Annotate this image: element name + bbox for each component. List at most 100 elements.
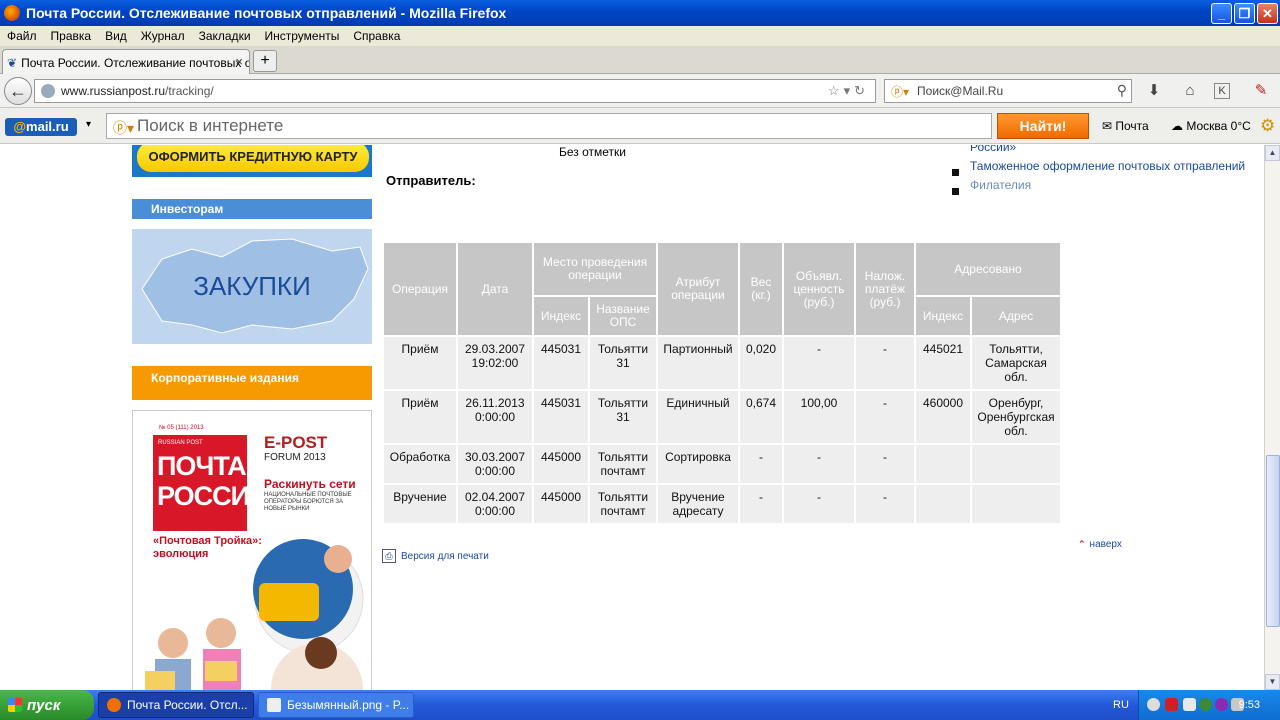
menu-edit[interactable]: Правка (44, 29, 99, 43)
downloads-icon[interactable]: ⬇ (1143, 80, 1165, 102)
zakupki-banner[interactable]: ЗАКУПКИ (132, 229, 372, 344)
print-version-link[interactable]: ⎙ Версия для печати (382, 549, 489, 563)
back-button[interactable]: ← (4, 77, 32, 105)
close-button[interactable]: ✕ (1257, 3, 1278, 24)
menu-tools[interactable]: Инструменты (258, 29, 347, 43)
th-place-name: Название ОПС (590, 297, 656, 335)
internet-search-input[interactable]: ⓟ▾ Поиск в интернете (106, 113, 992, 139)
clock: 9:53 (1238, 699, 1260, 711)
mailru-logo[interactable]: @mail.ru (5, 118, 77, 136)
back-to-top-link[interactable]: ⌃ наверх (1078, 539, 1122, 550)
magazine-cover[interactable]: № 05 (111) 2013 RUSSIAN POST ПОЧТА РОССИ… (132, 410, 372, 690)
cell-attribute: Вручение адресату (658, 485, 738, 523)
weather-link[interactable]: ☁ Москва 0°C (1171, 119, 1251, 133)
menu-help[interactable]: Справка (346, 29, 407, 43)
cell-declared: - (784, 485, 854, 523)
maximize-button[interactable]: ❐ (1234, 3, 1255, 24)
cell-attribute: Партионный (658, 337, 738, 389)
cell-address: Тольятти, Самарская обл. (972, 337, 1060, 389)
cell-date: 30.03.2007 0:00:00 (458, 445, 532, 483)
gear-icon[interactable]: ⚙ (1260, 116, 1275, 136)
menu-file[interactable]: Файл (0, 29, 44, 43)
magazine-subline: НАЦИОНАЛЬНЫЕ ПОЧТОВЫЕ ОПЕРАТОРЫ БОРЮТСЯ … (264, 492, 352, 512)
cell-declared: 100,00 (784, 391, 854, 443)
magazine-issue: № 05 (111) 2013 (159, 425, 204, 431)
link-customs[interactable]: Таможенное оформление почтовых отправлен… (952, 159, 1245, 176)
scroll-down-icon[interactable]: ▼ (1265, 674, 1280, 690)
addon-icon[interactable]: ✎ (1250, 80, 1272, 102)
corporate-publications-link[interactable]: Корпоративные издания (132, 366, 372, 400)
scroll-up-icon[interactable]: ▲ (1265, 145, 1280, 161)
menu-history[interactable]: Журнал (134, 29, 192, 43)
mailru-search-icon: ⓟ▾ (891, 84, 910, 99)
cell-cod: - (856, 337, 914, 389)
find-button[interactable]: Найти! (997, 113, 1089, 139)
vertical-scrollbar[interactable]: ▲ ▼ (1264, 145, 1280, 690)
printer-icon: ⎙ (382, 549, 396, 563)
search-icon: ⓟ▾ (113, 120, 135, 136)
task-firefox[interactable]: Почта России. Отсл... (98, 692, 254, 718)
table-row: Обработка 30.03.2007 0:00:00 445000 Толь… (384, 445, 1060, 483)
cell-addr-index (916, 445, 970, 483)
cell-index: 445031 (534, 337, 588, 389)
cell-attribute: Единичный (658, 391, 738, 443)
investors-link[interactable]: Инвесторам (132, 199, 372, 219)
cell-attribute: Сортировка (658, 445, 738, 483)
k-addon-icon[interactable]: K (1214, 83, 1230, 99)
tray-network-icon[interactable] (1199, 698, 1212, 711)
th-place: Место проведения операции (534, 243, 656, 295)
new-tab-button[interactable]: + (253, 50, 277, 72)
menu-bookmarks[interactable]: Закладки (192, 29, 258, 43)
tray-app-icon[interactable] (1215, 698, 1228, 711)
cell-address (972, 445, 1060, 483)
search-placeholder: Поиск@Mail.Ru (917, 84, 1004, 98)
firefox-icon (4, 5, 20, 21)
tab-label: Почта России. Отслеживание почтовых о... (21, 55, 250, 70)
tab-close-icon[interactable]: × (235, 54, 243, 69)
table-row: Приём 26.11.2013 0:00:00 445031 Тольятти… (384, 391, 1060, 443)
tray-acrobat-icon[interactable] (1165, 698, 1178, 711)
print-version-label: Версия для печати (401, 550, 489, 562)
url-bar[interactable]: www.russianpost.ru /tracking/ ☆▾↻ (34, 79, 876, 103)
credit-card-banner[interactable]: ОФОРМИТЬ КРЕДИТНУЮ КАРТУ (132, 145, 372, 177)
cell-operation: Приём (384, 337, 456, 389)
tray-arrow-icon[interactable] (1147, 698, 1160, 711)
tray-pencil-icon[interactable] (1183, 698, 1196, 711)
th-addressed: Адресовано (916, 243, 1060, 295)
cell-operation: Обработка (384, 445, 456, 483)
cell-weight: 0,674 (740, 391, 782, 443)
th-operation: Операция (384, 243, 456, 335)
logo-dropdown-icon[interactable]: ▾ (86, 119, 91, 130)
cell-date: 02.04.2007 0:00:00 (458, 485, 532, 523)
cell-date: 26.11.2013 0:00:00 (458, 391, 532, 443)
menu-bar: Файл Правка Вид Журнал Закладки Инструме… (0, 26, 1280, 46)
search-bar[interactable]: ⓟ▾ Поиск@Mail.Ru ⚲ (884, 79, 1132, 103)
weather-icon: ☁ (1171, 119, 1187, 133)
page-content: ОФОРМИТЬ КРЕДИТНУЮ КАРТУ Инвесторам ЗАКУ… (0, 145, 1264, 690)
magazine-headline: Раскинуть сети (264, 477, 356, 491)
mail-link[interactable]: ✉ Почта (1102, 119, 1149, 133)
link-russia[interactable]: России» (952, 145, 1245, 154)
magazine-logo: RUSSIAN POST ПОЧТА РОССИИ (153, 435, 268, 531)
language-indicator[interactable]: RU (1113, 699, 1129, 711)
magazine-forum: FORUM 2013 (264, 452, 326, 463)
zakupki-label: ЗАКУПКИ (193, 271, 311, 301)
paint-task-icon (267, 698, 281, 712)
start-button[interactable]: пуск (0, 690, 94, 720)
scroll-thumb[interactable] (1266, 455, 1280, 627)
envelope-icon: ✉ (1102, 119, 1116, 133)
minimize-button[interactable]: _ (1211, 3, 1232, 24)
firefox-window: Почта России. Отслеживание почтовых отпр… (0, 0, 1280, 720)
magnifier-icon[interactable]: ⚲ (1117, 82, 1127, 99)
task-paint[interactable]: Безымянный.png - P... (258, 692, 414, 718)
url-host: www.russianpost.ru (61, 84, 166, 98)
magazine-trojka: «Почтовая Тройка»: эволюция (153, 535, 262, 560)
bookmark-star-icon[interactable]: ☆▾↻ (828, 83, 869, 99)
navigation-bar: ← www.russianpost.ru /tracking/ ☆▾↻ ⓟ▾ П… (0, 74, 1280, 108)
th-declared: Объявл. ценность (руб.) (784, 243, 854, 335)
tab-active[interactable]: ❦ Почта России. Отслеживание почтовых о.… (2, 49, 250, 75)
link-philately[interactable]: Филателия (952, 178, 1245, 195)
menu-view[interactable]: Вид (98, 29, 134, 43)
home-icon[interactable]: ⌂ (1179, 80, 1201, 102)
cell-weight: - (740, 445, 782, 483)
